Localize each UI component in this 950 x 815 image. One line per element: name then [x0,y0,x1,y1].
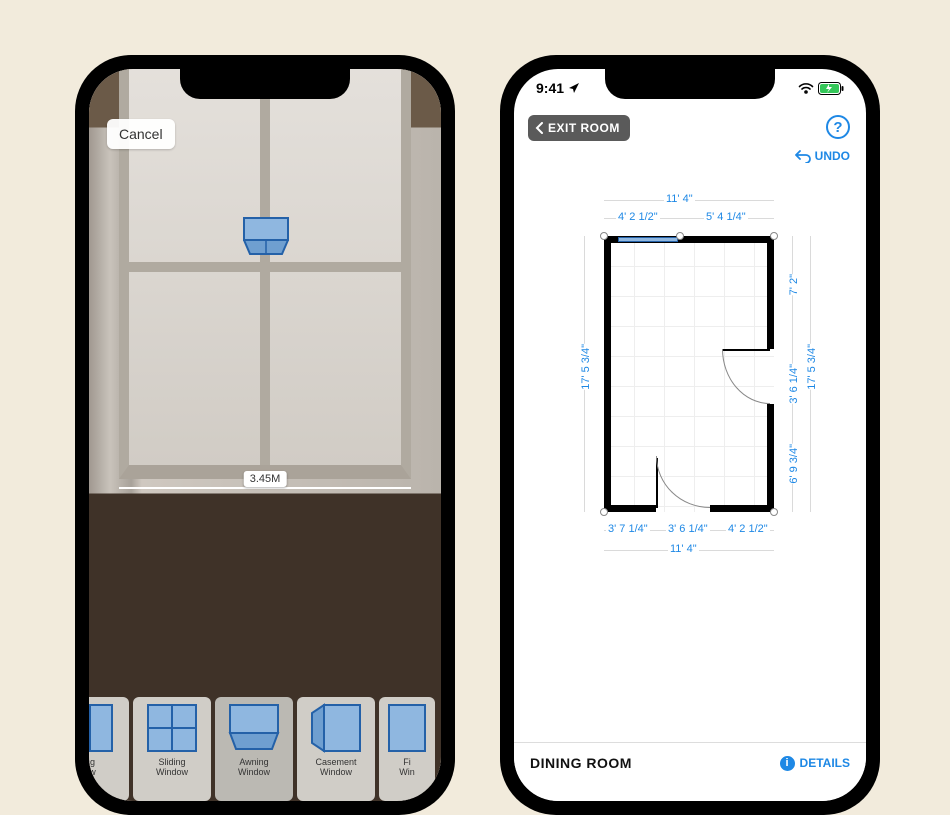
details-button[interactable]: i DETAILS [780,756,850,771]
option-label: ngow [89,757,96,778]
exit-room-label: EXIT ROOM [548,121,620,135]
window-option-partial-right[interactable]: FiWin [379,697,435,801]
undo-button[interactable]: UNDO [795,149,850,163]
dim-bottom-left: 3' 7 1/4" [606,523,650,535]
location-arrow-icon [568,82,580,94]
bottom-toolbar: DINING ROOM i DETAILS [514,742,866,801]
corner-node[interactable] [600,508,608,516]
dim-right-top: 7' 2" [786,274,802,295]
exit-room-button[interactable]: EXIT ROOM [528,115,630,141]
option-label: FiWin [399,757,415,778]
window-option-awning[interactable]: AwningWindow [215,697,293,801]
measurement-line [119,487,411,489]
measurement-label: 3.45M [244,471,287,487]
wall-left[interactable] [604,236,611,512]
details-label: DETAILS [800,756,850,770]
dim-bottom-right: 4' 2 1/2" [726,523,770,535]
phone-mockup-ar: Cancel 3.45M ngow SlidingWindow AwningWi… [75,55,455,815]
info-icon: i [780,756,795,771]
dim-top-total: 11' 4" [664,193,695,205]
corner-node[interactable] [600,232,608,240]
help-button[interactable]: ? [826,115,850,139]
wall-right-top[interactable] [767,236,774,349]
dim-bottom-mid: 3' 6 1/4" [666,523,710,535]
phone-mockup-floorplan: 9:41 EXIT ROOM ? UNDO 11' 4" 4' 2 1/2" 5… [500,55,880,815]
window-type-picker[interactable]: ngow SlidingWindow AwningWindow Casement… [89,691,441,801]
option-label: SlidingWindow [156,757,188,778]
dim-bottom-total: 11' 4" [668,543,699,555]
corner-node[interactable] [770,508,778,516]
ar-window-marker[interactable] [243,217,289,257]
window-option-partial-left[interactable]: ngow [89,697,129,801]
chevron-left-icon [534,122,546,134]
window-marker[interactable] [618,237,678,242]
status-time: 9:41 [536,80,564,96]
undo-icon [795,149,811,163]
undo-label: UNDO [815,149,850,163]
corner-node[interactable] [676,232,684,240]
window-option-sliding[interactable]: SlidingWindow [133,697,211,801]
wall-right-bottom[interactable] [767,404,774,512]
status-bar: 9:41 [514,77,866,99]
notch [180,69,350,99]
dim-left-total: 17' 5 3/4" [578,344,594,390]
room-outline[interactable] [604,236,774,512]
option-label: AwningWindow [238,757,270,778]
window-option-casement[interactable]: CasementWindow [297,697,375,801]
dim-top-left: 4' 2 1/2" [616,211,660,223]
dim-right-bot: 6' 9 3/4" [786,444,802,484]
wall-bottom-right[interactable] [710,505,774,512]
floorplan-canvas[interactable]: 11' 4" 4' 2 1/2" 5' 4 1/4" 17' 5 3/4" 7'… [554,194,824,594]
battery-icon [818,82,844,95]
room-name-label: DINING ROOM [530,755,632,771]
corner-node[interactable] [770,232,778,240]
dim-top-right: 5' 4 1/4" [704,211,748,223]
cancel-button[interactable]: Cancel [107,119,175,149]
wall-bottom-left[interactable] [604,505,656,512]
dim-right-mid: 3' 6 1/4" [786,364,802,404]
wifi-icon [798,82,814,94]
dim-right-total: 17' 5 3/4" [804,344,820,390]
option-label: CasementWindow [315,757,356,778]
